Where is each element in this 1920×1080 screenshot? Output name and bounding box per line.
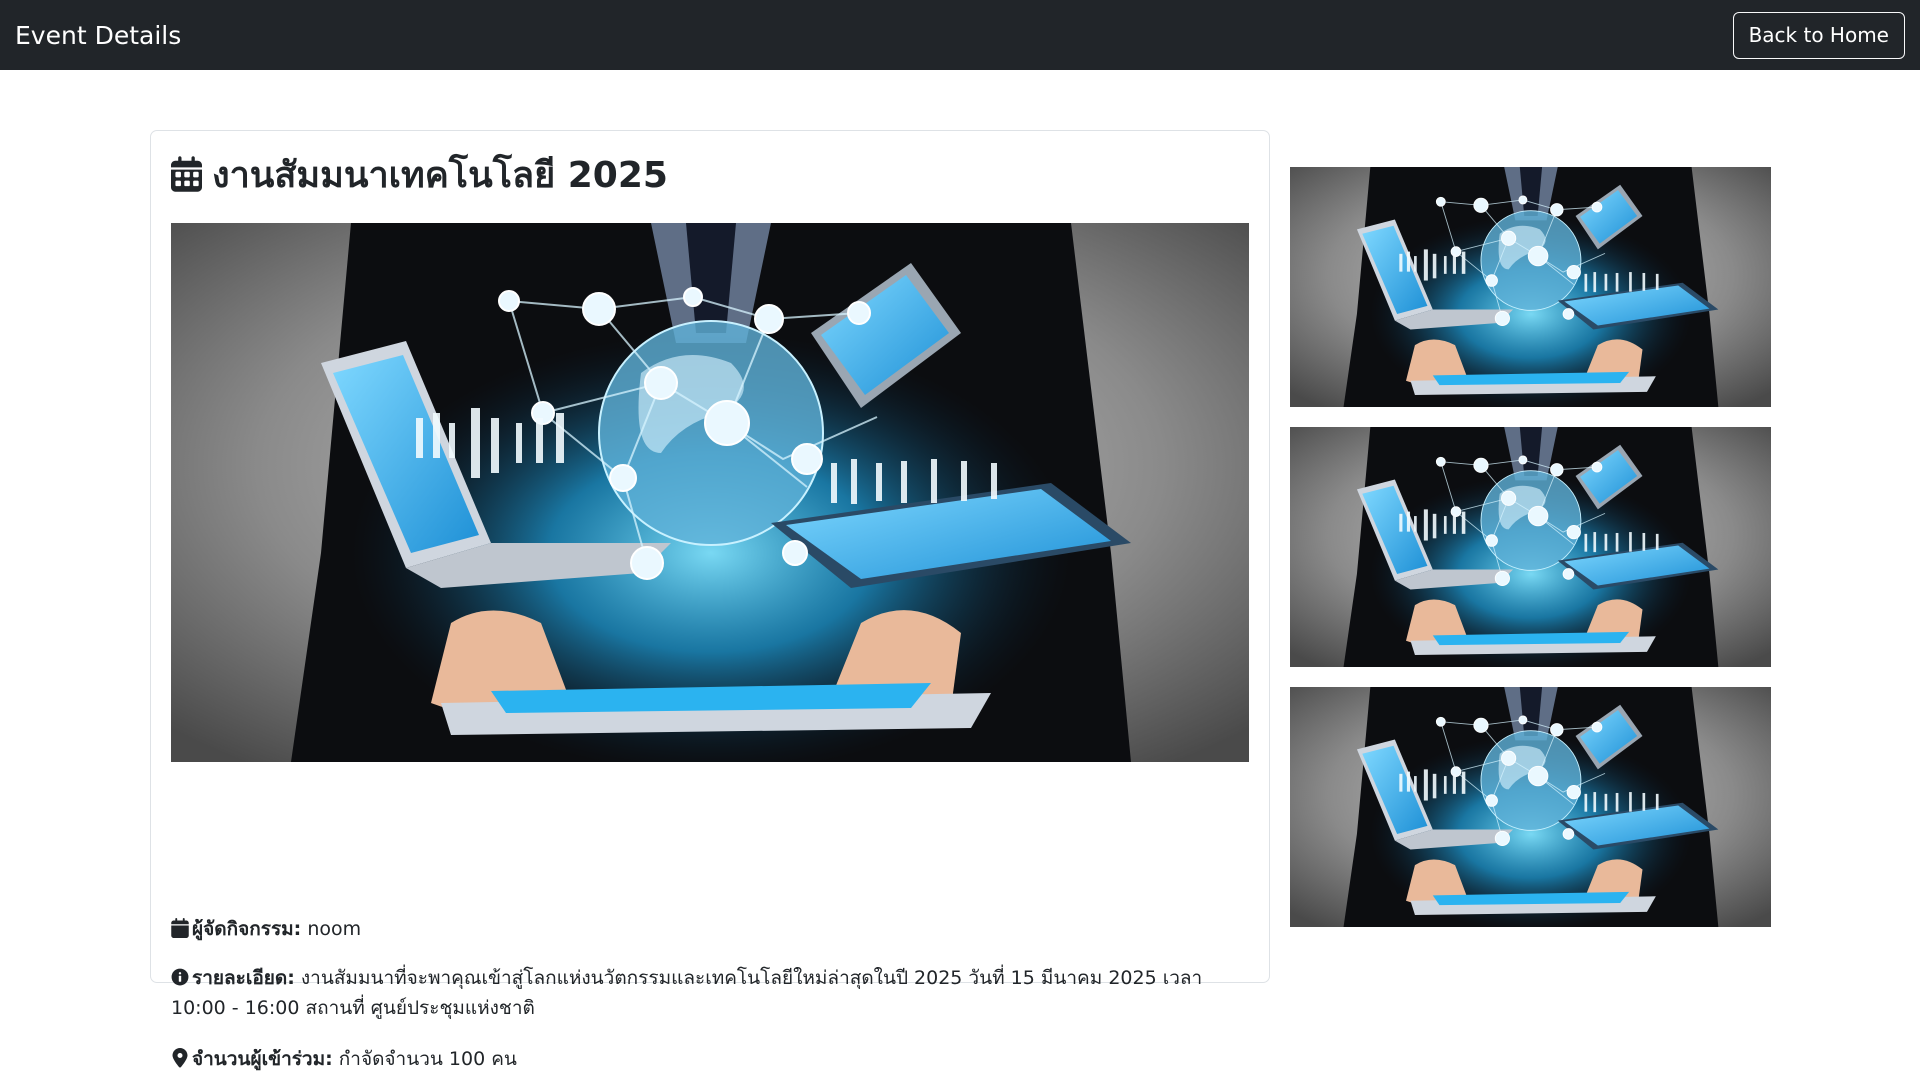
gallery-thumbnail[interactable] <box>1290 687 1771 927</box>
gallery-thumbnail[interactable] <box>1290 167 1771 407</box>
event-title: งานสัมมนาเทคโนโลยี 2025 <box>212 154 668 196</box>
calendar-icon <box>171 918 189 938</box>
capacity-info: จำนวนผู้เข้าร่วม: กำจัดจำนวน 100 คน <box>171 1044 1251 1074</box>
event-card: งานสัมมนาเทคโนโลยี 2025 ผู้จัดกิจกรรม: n… <box>150 130 1270 1070</box>
top-navbar: Event Details Back to Home <box>0 0 1920 70</box>
map-pin-icon <box>172 1048 188 1068</box>
organizer-info: ผู้จัดกิจกรรม: noom <box>171 914 1251 944</box>
calendar-icon <box>171 156 202 192</box>
back-to-home-button[interactable]: Back to Home <box>1732 11 1905 59</box>
organizer-label: ผู้จัดกิจกรรม: <box>192 918 302 940</box>
event-main-image <box>171 223 1249 762</box>
detail-info: รายละเอียด: งานสัมมนาที่จะพาคุณเข้าสู่โล… <box>171 963 1251 1023</box>
capacity-value: กำจัดจำนวน 100 คน <box>338 1048 517 1070</box>
navbar-title: Event Details <box>15 20 182 50</box>
detail-label: รายละเอียด: <box>192 967 295 989</box>
organizer-value: noom <box>307 918 362 940</box>
event-title-row: งานสัมมนาเทคโนโลยี 2025 <box>171 151 668 197</box>
capacity-label: จำนวนผู้เข้าร่วม: <box>192 1048 333 1070</box>
info-circle-icon <box>171 968 189 986</box>
detail-value: งานสัมมนาที่จะพาคุณเข้าสู่โลกแห่งนวัตกรร… <box>171 967 1203 1019</box>
gallery-thumbnail[interactable] <box>1290 427 1771 667</box>
